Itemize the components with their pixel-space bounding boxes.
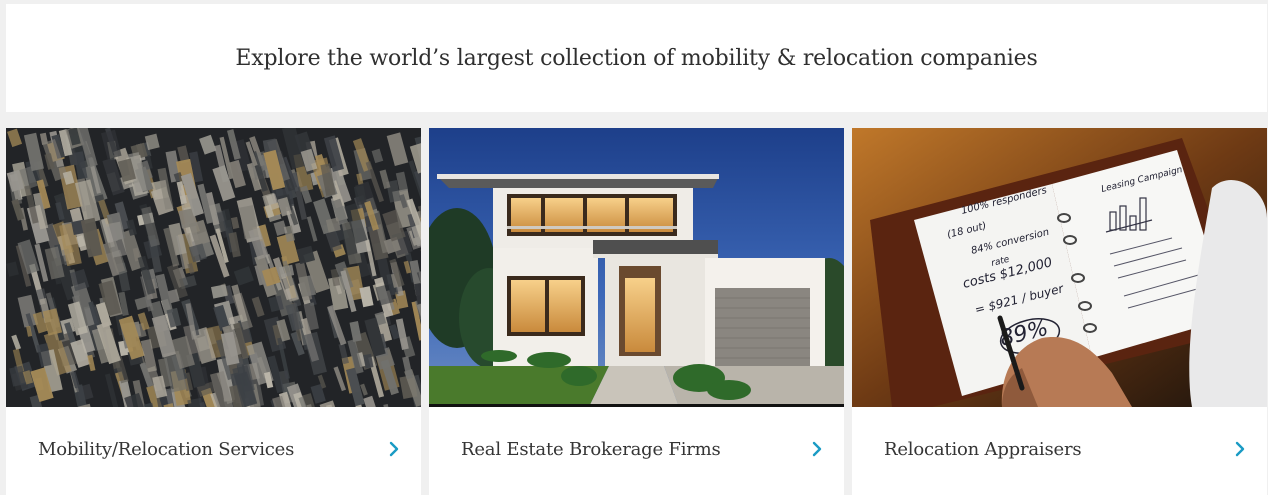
- card-label: Mobility/Relocation Services: [38, 438, 295, 460]
- card-real-estate-brokerage-firms[interactable]: Real Estate Brokerage Firms: [429, 128, 844, 495]
- hero-banner: Explore the world’s largest collection o…: [6, 4, 1267, 112]
- card-footer[interactable]: Relocation Appraisers: [852, 407, 1267, 495]
- card-label: Relocation Appraisers: [884, 438, 1082, 460]
- modern-house-image: [429, 128, 844, 407]
- card-relocation-appraisers[interactable]: 100% responders (18 out) 84% conversion …: [852, 128, 1267, 495]
- card-footer[interactable]: Real Estate Brokerage Firms: [429, 407, 844, 495]
- notebook-image: 100% responders (18 out) 84% conversion …: [852, 128, 1267, 407]
- card-footer[interactable]: Mobility/Relocation Services: [6, 407, 421, 495]
- chevron-right-icon[interactable]: [385, 440, 403, 458]
- aerial-city-image: [6, 128, 421, 407]
- card-label: Real Estate Brokerage Firms: [461, 438, 721, 460]
- card-mobility-relocation-services[interactable]: Mobility/Relocation Services: [6, 128, 421, 495]
- chevron-right-icon[interactable]: [1231, 440, 1249, 458]
- chevron-right-icon[interactable]: [808, 440, 826, 458]
- page-title: Explore the world’s largest collection o…: [235, 45, 1038, 71]
